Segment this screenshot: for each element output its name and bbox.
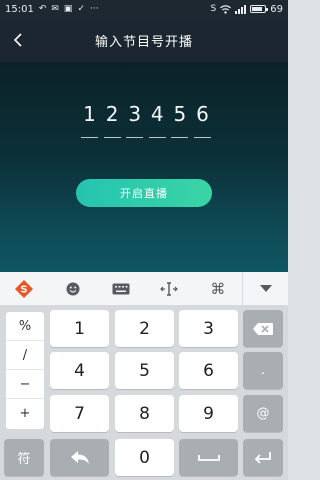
check-circle-icon: ✓ — [77, 4, 85, 14]
numeric-keyboard: % / − + 1 2 3 4 5 6 7 8 9 . @ 符 0 — [0, 306, 288, 480]
sogou-status-icon: S — [210, 4, 217, 14]
backspace-icon — [253, 322, 273, 335]
collapse-keyboard-button[interactable] — [242, 272, 288, 305]
symbol-key-slash[interactable]: / — [6, 341, 44, 370]
wifi-icon — [220, 4, 232, 14]
symbol-key-plus[interactable]: + — [6, 399, 44, 428]
digit-slot: 3 — [125, 102, 144, 138]
space-bar-icon — [197, 454, 220, 461]
keyboard-toolbar: S ⌘ — [0, 272, 288, 306]
key-2[interactable]: 2 — [115, 310, 174, 347]
start-live-button[interactable]: 开启直播 — [76, 179, 212, 207]
page-title: 输入节目号开播 — [94, 35, 193, 50]
key-8[interactable]: 8 — [115, 395, 174, 432]
symbol-toggle-label: 符 — [17, 452, 31, 467]
return-key[interactable] — [50, 439, 109, 476]
missed-call-icon: ↶ — [38, 4, 47, 14]
at-key-label: @ — [256, 406, 270, 421]
keyboard-icon — [112, 283, 130, 294]
symbol-key-minus[interactable]: − — [6, 370, 44, 399]
digit-slot: 4 — [148, 102, 167, 138]
backspace-key[interactable] — [243, 310, 283, 347]
battery-icon — [250, 5, 269, 13]
mail-icon: ✉ — [51, 4, 59, 14]
enter-key[interactable] — [243, 439, 283, 476]
dot-key[interactable]: . — [243, 352, 283, 389]
space-key[interactable] — [179, 439, 238, 476]
symbol-column: % / − + — [6, 312, 44, 429]
key-7[interactable]: 7 — [50, 395, 109, 432]
signal-icon — [235, 4, 247, 14]
symbol-toggle-key[interactable]: 符 — [4, 439, 44, 476]
key-0[interactable]: 0 — [115, 439, 174, 476]
digit-slot: 5 — [170, 102, 189, 138]
sogou-logo-icon: S — [15, 279, 34, 298]
key-4[interactable]: 4 — [50, 352, 109, 389]
key-3[interactable]: 3 — [179, 310, 238, 347]
digit-slot: 6 — [193, 102, 212, 138]
command-icon: ⌘ — [210, 279, 226, 298]
program-number-display[interactable]: 1 2 3 4 5 6 — [80, 102, 212, 142]
enter-icon — [254, 451, 271, 464]
cursor-move-button[interactable] — [145, 272, 193, 305]
key-1[interactable]: 1 — [50, 310, 109, 347]
digit-slot: 2 — [103, 102, 122, 138]
cursor-move-icon — [160, 281, 179, 296]
battery-level: 69 — [270, 3, 283, 15]
image-icon: ▣ — [63, 4, 73, 14]
emoji-icon — [66, 282, 80, 295]
dot-key-label: . — [260, 363, 266, 378]
status-time: 15:01 — [5, 3, 34, 15]
emoji-button[interactable] — [48, 272, 96, 305]
return-arrow-icon — [70, 450, 89, 464]
symbol-key-percent[interactable]: % — [6, 312, 44, 341]
header-bar: 输入节目号开播 — [0, 18, 288, 62]
status-bar: 15:01 ↶ ✉ ▣ ✓ ··· S 69 — [0, 0, 288, 18]
keyboard-switch-button[interactable] — [97, 272, 145, 305]
sogou-logo-button[interactable]: S — [0, 272, 48, 305]
key-6[interactable]: 6 — [179, 352, 238, 389]
main-panel: 1 2 3 4 5 6 开启直播 — [0, 62, 288, 272]
more-icon: ··· — [89, 4, 99, 14]
svg-text:S: S — [21, 284, 28, 295]
digit-slot: 1 — [80, 102, 99, 138]
at-key[interactable]: @ — [243, 395, 283, 432]
key-9[interactable]: 9 — [179, 395, 238, 432]
collapse-icon — [259, 284, 272, 292]
command-button[interactable]: ⌘ — [194, 272, 242, 305]
key-5[interactable]: 5 — [115, 352, 174, 389]
